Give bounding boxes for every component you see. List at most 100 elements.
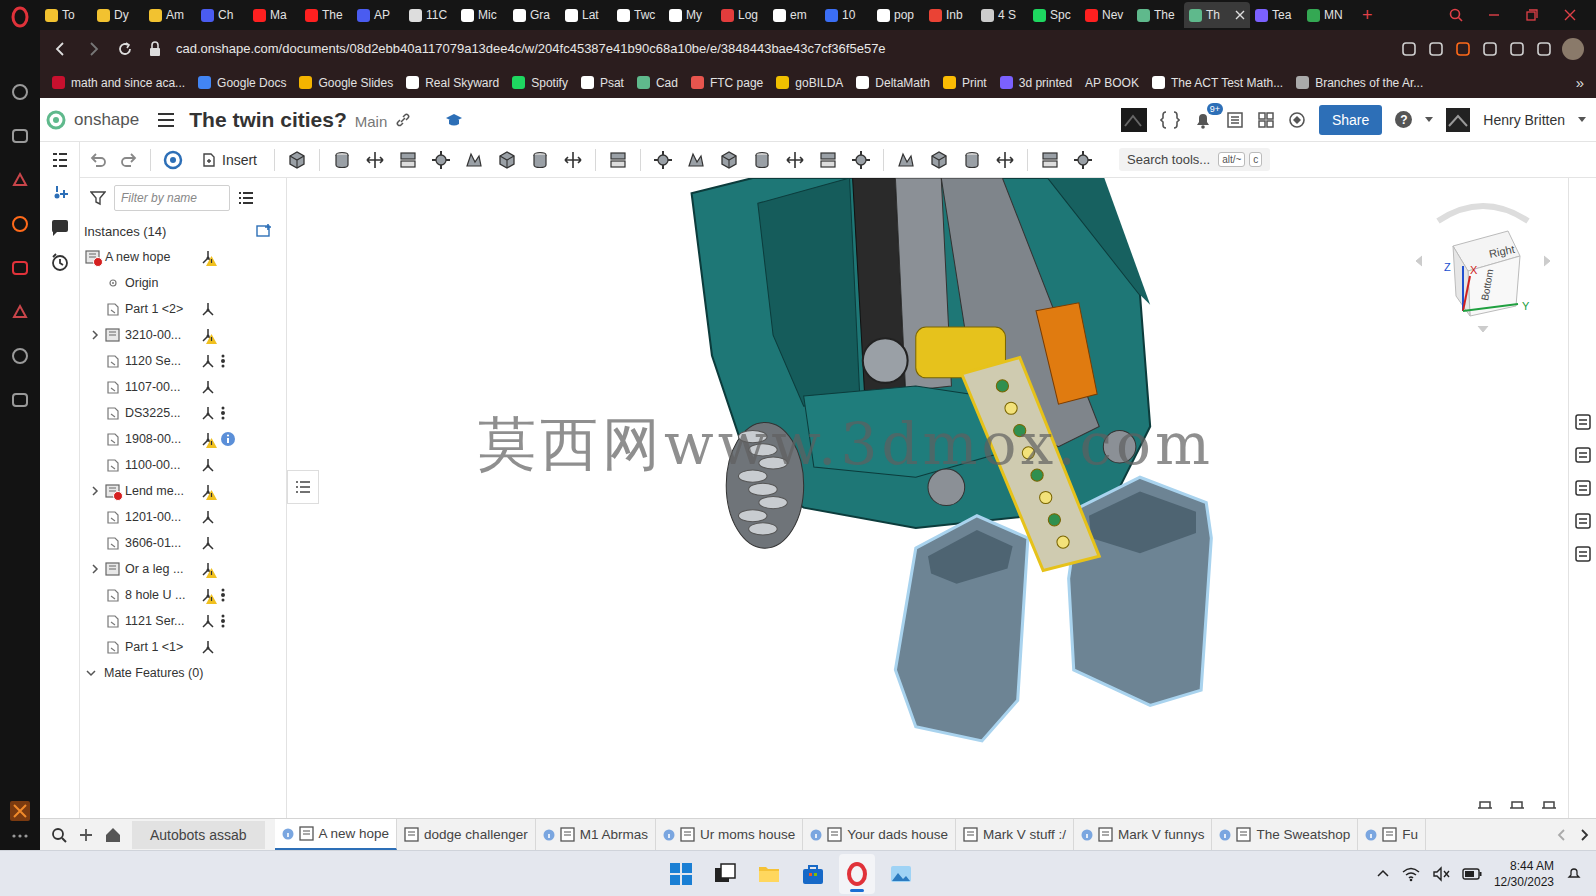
clock[interactable]: 8:44 AM12/30/2023 [1494, 858, 1554, 890]
browser-tab[interactable]: To [40, 2, 92, 28]
instance-row[interactable]: 8 hole U ... [80, 582, 286, 608]
instance-row[interactable]: 3606-01... [80, 530, 286, 556]
bookmark[interactable]: Psat [581, 76, 624, 90]
browser-action-icon[interactable] [1400, 40, 1418, 58]
apps-icon[interactable] [1257, 111, 1275, 129]
instance-row[interactable]: 3210-00... [80, 322, 286, 348]
chassis-side[interactable] [1048, 178, 1150, 305]
tool-icon[interactable] [286, 149, 308, 171]
variables-icon[interactable] [1160, 110, 1180, 130]
mate-connector-icon[interactable] [50, 184, 70, 204]
sidebar-app-icon[interactable] [10, 258, 30, 278]
bookmark[interactable]: Cad [637, 76, 678, 90]
browser-tab[interactable]: Th [1184, 2, 1250, 28]
right-panel-icon[interactable] [1573, 511, 1593, 531]
onshape-logo-icon[interactable] [46, 110, 66, 130]
tool-icon[interactable] [895, 149, 917, 171]
instance-row[interactable]: Origin [80, 270, 286, 296]
user-avatar-icon[interactable] [1446, 108, 1470, 132]
list-view-icon[interactable] [238, 190, 254, 206]
tray-chevron-icon[interactable] [1376, 867, 1390, 881]
instance-row[interactable]: A new hope [80, 244, 286, 270]
add-instance-icon[interactable] [256, 223, 274, 239]
bookmark[interactable]: Real Skyward [406, 76, 499, 90]
instance-row[interactable]: Part 1 <2> [80, 296, 286, 322]
browser-tab[interactable]: Ch [196, 2, 248, 28]
instance-row[interactable]: Or a leg ... [80, 556, 286, 582]
bookmark[interactable]: The ACT Test Math... [1152, 76, 1283, 90]
document-tab[interactable]: The Sweatshop [1212, 819, 1358, 850]
thumbnail-icon[interactable] [1121, 108, 1147, 132]
document-tab[interactable]: dodge challenger [397, 819, 536, 850]
browser-tab[interactable]: Am [144, 2, 196, 28]
instance-row[interactable]: 1100-00... [80, 452, 286, 478]
gx-corner-icon[interactable] [9, 800, 31, 822]
expand-arrow-icon[interactable] [86, 668, 96, 678]
browser-tab[interactable]: pop [872, 2, 924, 28]
filter-input[interactable] [114, 185, 230, 211]
share-button[interactable]: Share [1319, 105, 1382, 135]
browser-tab[interactable]: Inb [924, 2, 976, 28]
browser-tab[interactable]: Nev [1080, 2, 1132, 28]
document-tab[interactable]: Mark V stuff :/ [956, 819, 1074, 850]
education-icon[interactable] [445, 112, 463, 128]
sidebar-app-icon[interactable] [10, 302, 30, 322]
tool-icon[interactable] [430, 149, 452, 171]
sidebar-app-icon[interactable] [10, 126, 30, 146]
tool-icon[interactable] [718, 149, 740, 171]
tool-icon[interactable] [928, 149, 950, 171]
document-title[interactable]: The twin cities? [189, 108, 347, 132]
right-panel-icon[interactable] [1573, 478, 1593, 498]
instance-row[interactable]: 1201-00... [80, 504, 286, 530]
browser-action-icon[interactable] [1454, 40, 1472, 58]
right-panel-icon[interactable] [1573, 544, 1593, 564]
tool-icon[interactable] [562, 149, 584, 171]
browser-tab[interactable]: The [1132, 2, 1184, 28]
tool-icon[interactable] [850, 149, 872, 171]
tool-icon[interactable] [994, 149, 1016, 171]
left-cup[interactable] [895, 516, 1027, 741]
document-tab[interactable]: Your dads house [803, 819, 956, 850]
tool-icon[interactable] [463, 149, 485, 171]
reload-icon[interactable] [116, 40, 134, 58]
taskbar-app[interactable] [795, 854, 831, 894]
search-tabs-icon[interactable] [50, 826, 68, 844]
tool-icon[interactable] [364, 149, 386, 171]
browser-tab[interactable]: Mic [456, 2, 508, 28]
restore-icon[interactable] [1524, 7, 1540, 23]
bookmark[interactable]: Google Slides [299, 76, 393, 90]
instance-row[interactable]: Lend me... [80, 478, 286, 504]
sidebar-app-icon[interactable] [10, 346, 30, 366]
browser-tab[interactable]: 10 [820, 2, 872, 28]
browser-action-icon[interactable] [1535, 40, 1553, 58]
profile-avatar[interactable] [1562, 38, 1584, 60]
tool-icon[interactable] [1072, 149, 1094, 171]
bookmarks-more[interactable]: » [1576, 74, 1584, 91]
left-cup-inner[interactable] [928, 530, 1013, 584]
bookmark[interactable]: math and since aca... [52, 76, 185, 90]
browser-tab[interactable]: 11C [404, 2, 456, 28]
battery-icon[interactable] [1462, 868, 1482, 880]
document-tab[interactable]: Fu [1358, 819, 1426, 850]
undo-icon[interactable] [88, 150, 108, 170]
view-cube[interactable]: RightBottomZXY [1408, 186, 1558, 340]
expand-arrow-icon[interactable] [90, 486, 100, 496]
bookmark[interactable]: Print [943, 76, 987, 90]
url-field[interactable]: cad.onshape.com/documents/08d2ebb40a1170… [176, 41, 1386, 56]
tool-icon[interactable] [496, 149, 518, 171]
expand-arrow-icon[interactable] [90, 564, 100, 574]
redo-icon[interactable] [119, 150, 139, 170]
history-icon[interactable] [50, 252, 70, 272]
close-window-icon[interactable] [1562, 7, 1578, 23]
back-icon[interactable] [52, 40, 70, 58]
scroll-left-icon[interactable] [1556, 827, 1568, 843]
tool-icon[interactable] [331, 149, 353, 171]
taskbar-app[interactable] [751, 854, 787, 894]
bookmark[interactable]: Branches of the Ar... [1296, 76, 1423, 90]
browser-tab[interactable]: AP [352, 2, 404, 28]
view-tool-icon[interactable] [1476, 796, 1494, 812]
notifications[interactable]: 9+ [1193, 110, 1213, 130]
more-icon[interactable] [10, 832, 30, 840]
tool-icon[interactable] [397, 149, 419, 171]
instance-row[interactable]: 1908-00... [80, 426, 286, 452]
